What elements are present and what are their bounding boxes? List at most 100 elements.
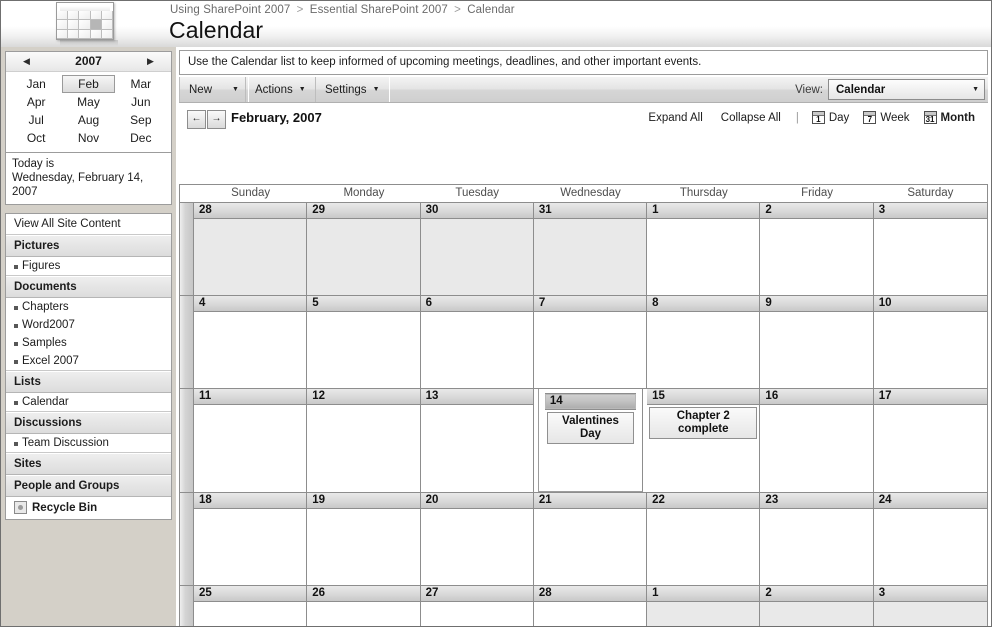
calendar-day-cell[interactable]: 7 [533,296,648,388]
calendar-day-cell[interactable]: 2 [760,586,874,626]
calendar-day-cell[interactable]: 1 [647,586,761,626]
right-arrow-icon[interactable]: ▶ [144,55,157,68]
week-gutter[interactable] [180,389,194,492]
sidebar-item-label: Team Discussion [22,437,109,449]
view-mode-month[interactable]: 31 Month [917,111,982,124]
collapse-all-link[interactable]: Collapse All [712,112,790,124]
page-header: Using SharePoint 2007 > Essential ShareP… [1,1,991,47]
day-number: 25 [194,586,307,602]
sidebar-item-view-all-site-content[interactable]: View All Site Content [6,214,171,235]
view-selector-dropdown[interactable]: Calendar ▼ [828,79,985,100]
calendar-day-cell[interactable]: 28 [194,203,308,295]
week-gutter[interactable] [180,493,194,585]
calendar-day-cell[interactable]: 16 [760,389,874,492]
sidebar-header-pictures[interactable]: Pictures [6,235,171,257]
calendar-day-cell[interactable]: 8 [647,296,761,388]
calendar-day-cell[interactable]: 22 [647,493,761,585]
calendar-day-cell[interactable]: 10 [873,296,987,388]
chevron-down-icon: ▼ [372,86,380,93]
control-divider: | [795,111,799,124]
sidebar-item-chapters[interactable]: Chapters [6,298,171,316]
day-number: 14 [544,393,637,410]
day-header-monday: Monday [343,187,385,199]
view-mode-day[interactable]: 1 Day [805,111,856,124]
calendar-navigation-bar: ← → February, 2007 Expand All Collapse A… [179,106,988,134]
sidebar-header-lists[interactable]: Lists [6,371,171,393]
sidebar-item-word2007[interactable]: Word2007 [6,316,171,334]
day-number: 19 [307,493,420,509]
day-cell-body [533,509,647,585]
calendar-day-cell[interactable]: 1 [647,203,761,295]
month-jan[interactable]: Jan [10,75,62,93]
new-menu-button[interactable]: New ▼ [179,77,249,102]
calendar-day-cell[interactable]: 25 [194,586,308,626]
calendar-day-cell[interactable]: 4 [194,296,308,388]
month-picker-header: ◀ 2007 ▶ [6,52,171,72]
sidebar-header-people-and-groups[interactable]: People and Groups [6,475,171,497]
calendar-day-cell[interactable]: 29 [307,203,421,295]
month-oct[interactable]: Oct [10,129,62,147]
month-dec[interactable]: Dec [115,129,167,147]
calendar-day-cell[interactable]: 15 Chapter 2 complete [647,389,761,492]
sidebar-item-samples[interactable]: Samples [6,334,171,352]
sidebar-header-sites[interactable]: Sites [6,453,171,475]
actions-menu-button[interactable]: Actions ▼ [245,77,316,102]
sidebar-item-label: Recycle Bin [32,501,98,514]
sidebar-item-calendar[interactable]: Calendar [6,393,171,412]
calendar-event[interactable]: Valentines Day [546,412,635,444]
calendar-day-cell[interactable]: 6 [420,296,534,388]
calendar-day-cell[interactable]: 5 [307,296,421,388]
expand-all-link[interactable]: Expand All [639,112,711,124]
week-gutter[interactable] [180,296,194,388]
settings-menu-button[interactable]: Settings ▼ [315,77,390,102]
calendar-day-cell[interactable]: 13 [420,389,534,492]
month-jun[interactable]: Jun [115,93,167,111]
calendar-day-cell[interactable]: 28 [533,586,648,626]
month-sep[interactable]: Sep [115,111,167,129]
main-content: Use the Calendar list to keep informed o… [176,47,991,626]
next-month-button[interactable]: → [207,110,226,129]
day-cell-body [420,219,533,295]
calendar-day-cell[interactable]: 30 [420,203,534,295]
sidebar-header-documents[interactable]: Documents [6,276,171,298]
calendar-day-cell[interactable]: 11 [194,389,308,492]
month-aug[interactable]: Aug [62,111,114,129]
month-may[interactable]: May [62,93,114,111]
calendar-day-cell[interactable]: 3 [873,203,987,295]
week-gutter[interactable] [180,586,194,626]
calendar-event[interactable]: Chapter 2 complete [649,407,758,439]
sidebar-item-label: Samples [22,337,67,349]
sidebar-item-excel-2007[interactable]: Excel 2007 [6,352,171,371]
calendar-day-cell[interactable]: 18 [194,493,308,585]
calendar-day-cell[interactable]: 12 [307,389,421,492]
previous-month-button[interactable]: ← [187,110,206,129]
calendar-day-cell[interactable]: 19 [307,493,421,585]
calendar-day-cell[interactable]: 24 [873,493,987,585]
month-apr[interactable]: Apr [10,93,62,111]
month-nov[interactable]: Nov [62,129,114,147]
calendar-day-cell[interactable]: 23 [760,493,874,585]
sidebar-item-team-discussion[interactable]: Team Discussion [6,434,171,453]
calendar-day-cell[interactable]: 27 [420,586,534,626]
breadcrumb-item-subsite[interactable]: Essential SharePoint 2007 [310,4,448,16]
calendar-day-cell[interactable]: 31 [533,203,648,295]
view-mode-week[interactable]: 7 Week [856,111,916,124]
calendar-day-cell[interactable]: 17 [873,389,987,492]
sidebar-item-recycle-bin[interactable]: Recycle Bin [6,497,171,519]
calendar-day-cell[interactable]: 3 [873,586,987,626]
calendar-day-cell[interactable]: 20 [420,493,534,585]
month-jul[interactable]: Jul [10,111,62,129]
calendar-week-row: 25 26 27 28 1 2 3 [180,585,987,626]
calendar-day-cell[interactable]: 26 [307,586,421,626]
sidebar-header-discussions[interactable]: Discussions [6,412,171,434]
week-gutter[interactable] [180,203,194,295]
month-feb[interactable]: Feb [62,75,115,93]
calendar-day-cell[interactable]: 9 [760,296,874,388]
month-mar[interactable]: Mar [115,75,167,93]
breadcrumb-item-current[interactable]: Calendar [467,4,514,16]
calendar-day-cell[interactable]: 2 [760,203,874,295]
sidebar-item-figures[interactable]: Figures [6,257,171,276]
calendar-day-cell[interactable]: 14 Valentines Day [537,389,644,492]
calendar-day-cell[interactable]: 21 [533,493,648,585]
breadcrumb-item-site[interactable]: Using SharePoint 2007 [170,4,290,16]
